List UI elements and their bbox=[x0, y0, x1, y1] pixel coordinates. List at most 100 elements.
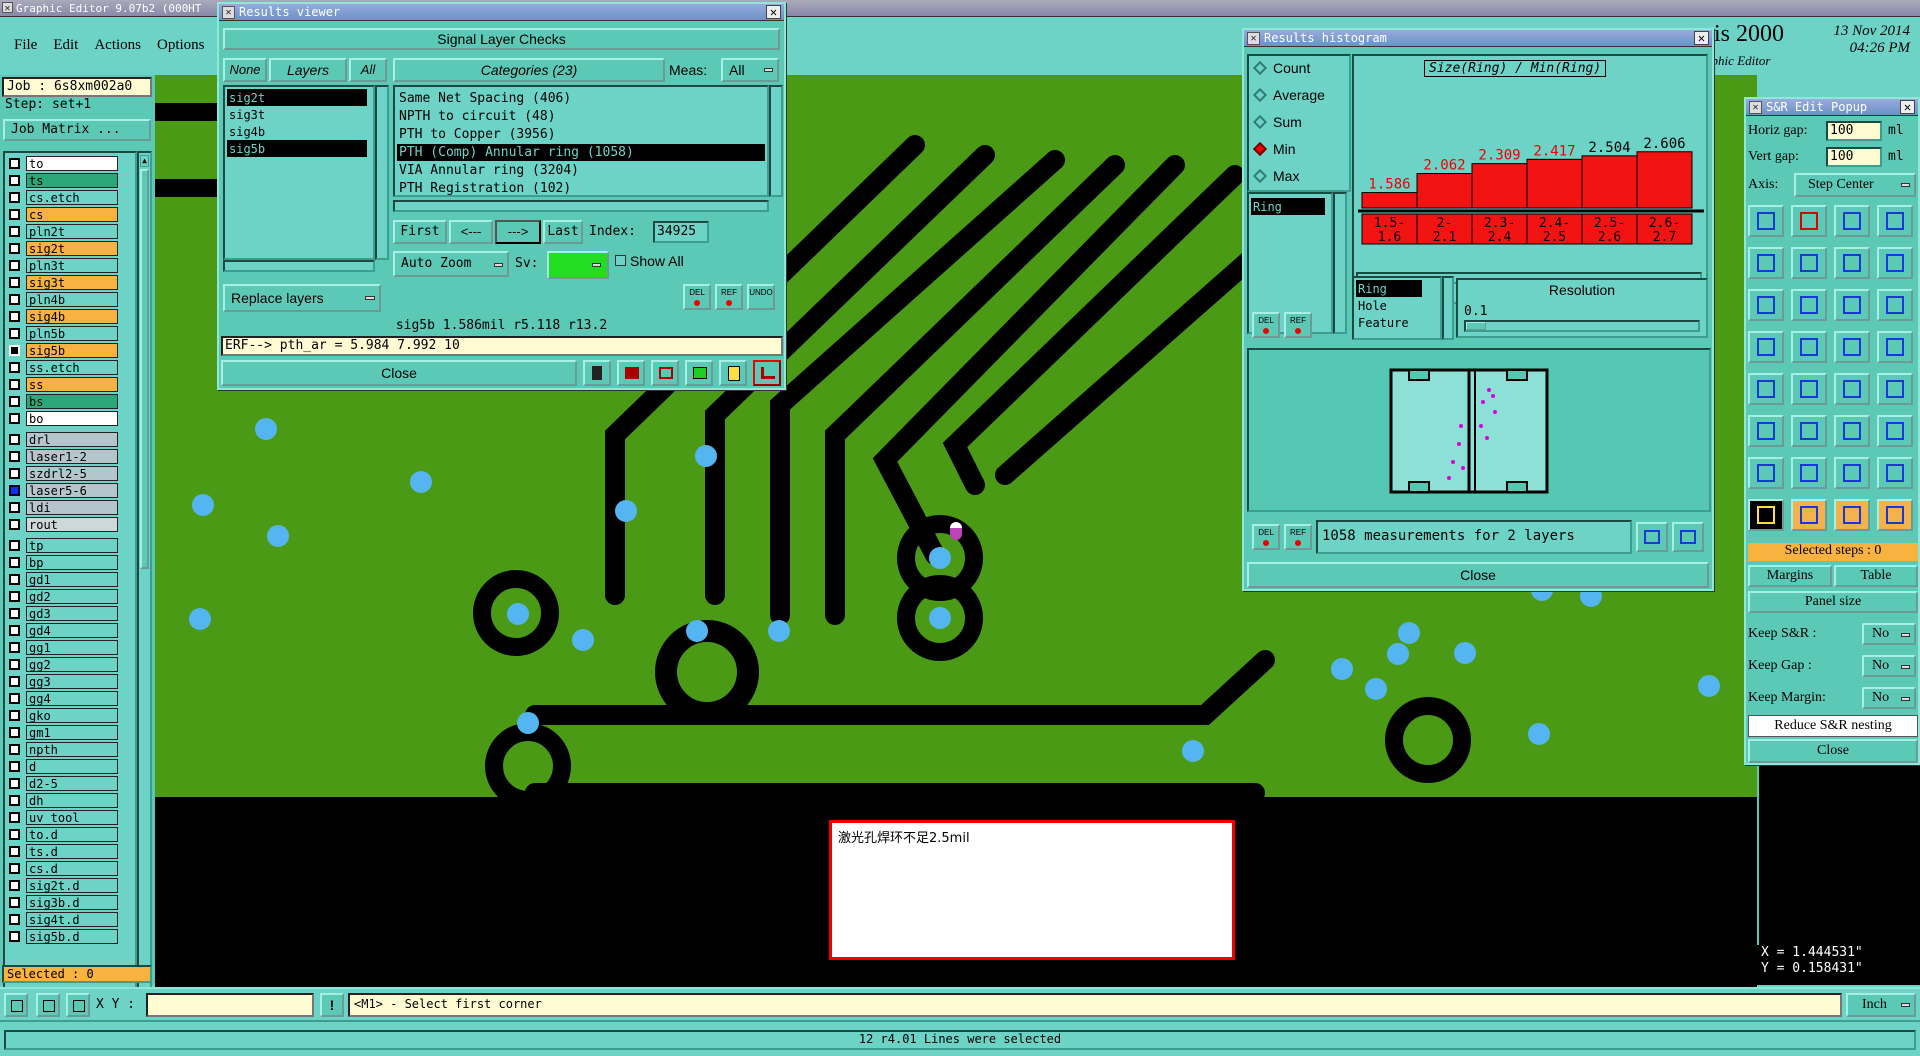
layer-row[interactable]: d2-5 bbox=[5, 775, 135, 792]
layer-checkbox[interactable] bbox=[9, 260, 20, 271]
layer-checkbox[interactable] bbox=[9, 226, 20, 237]
results-layer-item[interactable]: sig5b bbox=[227, 140, 367, 157]
layer-row[interactable]: gd4 bbox=[5, 622, 135, 639]
layer-name[interactable]: npth bbox=[26, 742, 118, 757]
layer-name[interactable]: sig2t.d bbox=[26, 878, 118, 893]
fit-icon[interactable] bbox=[583, 360, 611, 386]
layer-name[interactable]: d bbox=[26, 759, 118, 774]
layer-checkbox[interactable] bbox=[9, 362, 20, 373]
layer-name[interactable]: gko bbox=[26, 708, 118, 723]
layer-row[interactable]: ts bbox=[5, 172, 135, 189]
histogram-close-button[interactable]: Close bbox=[1247, 562, 1709, 588]
layer-checkbox[interactable] bbox=[9, 659, 20, 670]
category-item[interactable]: Same Net Spacing (406) bbox=[397, 90, 765, 107]
option-count[interactable]: Count bbox=[1252, 60, 1343, 87]
zoom-preview-icon[interactable] bbox=[1672, 522, 1704, 552]
layer-row[interactable]: gg3 bbox=[5, 673, 135, 690]
layer-row[interactable]: sig2t bbox=[5, 240, 135, 257]
layer-checkbox[interactable] bbox=[9, 396, 20, 407]
next-button[interactable]: ---> bbox=[495, 220, 541, 244]
layer-name[interactable]: gg4 bbox=[26, 691, 118, 706]
window-menu-icon[interactable]: ✕ bbox=[1247, 32, 1260, 45]
layer-row[interactable]: gd3 bbox=[5, 605, 135, 622]
layer-name[interactable]: bo bbox=[26, 411, 118, 426]
layer-row[interactable]: ss.etch bbox=[5, 359, 135, 376]
panel-size-button[interactable]: Panel size bbox=[1748, 591, 1918, 613]
layout-1-icon[interactable] bbox=[1748, 205, 1784, 237]
layer-row[interactable]: bo bbox=[5, 410, 135, 427]
layer-name[interactable]: ts.d bbox=[26, 844, 118, 859]
histogram-bar[interactable] bbox=[1471, 163, 1528, 209]
menu-file[interactable]: File bbox=[14, 37, 37, 54]
category-item[interactable]: PTH to Copper (3956) bbox=[397, 126, 765, 143]
layer-name[interactable]: sig5b.d bbox=[26, 929, 118, 944]
layer-checkbox[interactable] bbox=[9, 676, 20, 687]
menu-actions[interactable]: Actions bbox=[94, 37, 141, 54]
histogram-bar[interactable] bbox=[1361, 192, 1418, 209]
resolution-slider[interactable] bbox=[1464, 320, 1700, 332]
categories-list[interactable]: Same Net Spacing (406) NPTH to circuit (… bbox=[393, 85, 769, 197]
keep-gap-select[interactable]: No bbox=[1862, 655, 1916, 677]
layer-row[interactable]: bp bbox=[5, 554, 135, 571]
arrow-left-icon[interactable] bbox=[1748, 415, 1784, 447]
none-button[interactable]: None bbox=[223, 58, 267, 82]
layer-name[interactable]: gg1 bbox=[26, 640, 118, 655]
distribute-icon[interactable] bbox=[1748, 373, 1784, 405]
histogram-bar[interactable] bbox=[1581, 155, 1638, 209]
layer-checkbox[interactable] bbox=[9, 209, 20, 220]
layer-name[interactable]: sig4b bbox=[26, 309, 118, 324]
step-icon[interactable] bbox=[1834, 247, 1870, 279]
layer-row[interactable]: pln2t bbox=[5, 223, 135, 240]
layer-row[interactable]: laser1-2 bbox=[5, 448, 135, 465]
grid-icon[interactable] bbox=[66, 993, 90, 1017]
layer-checkbox[interactable] bbox=[9, 345, 20, 356]
layer-checkbox[interactable] bbox=[9, 519, 20, 530]
categories-hscroll[interactable] bbox=[393, 200, 769, 212]
category-item[interactable]: VIA Annular ring (3204) bbox=[397, 162, 765, 179]
layer-checkbox[interactable] bbox=[9, 846, 20, 857]
histogram-icon[interactable] bbox=[753, 360, 781, 386]
layer-name[interactable]: gd2 bbox=[26, 589, 118, 604]
category-item-selected[interactable]: PTH (Comp) Annular ring (1058) bbox=[397, 144, 765, 161]
layer-checkbox[interactable] bbox=[9, 502, 20, 513]
category-item[interactable]: PTH Registration (102) bbox=[397, 180, 765, 197]
layer-row[interactable]: d bbox=[5, 758, 135, 775]
layer-checkbox[interactable] bbox=[9, 540, 20, 551]
layer-name[interactable]: pln3t bbox=[26, 258, 118, 273]
layer-row[interactable]: sig5b bbox=[5, 342, 135, 359]
arrow-down-icon[interactable] bbox=[1877, 415, 1913, 447]
delete-step-icon[interactable] bbox=[1877, 247, 1913, 279]
center-h-icon[interactable] bbox=[1834, 457, 1870, 489]
layer-checkbox[interactable] bbox=[9, 897, 20, 908]
layer-name[interactable]: sig4t.d bbox=[26, 912, 118, 927]
layer-checkbox[interactable] bbox=[9, 574, 20, 585]
layer-row[interactable]: gg2 bbox=[5, 656, 135, 673]
table-button[interactable]: Table bbox=[1834, 565, 1918, 587]
delete-grid-icon[interactable] bbox=[651, 360, 679, 386]
type-item[interactable]: Hole bbox=[1356, 297, 1438, 314]
layout-3-icon[interactable] bbox=[1834, 205, 1870, 237]
layer-checkbox[interactable] bbox=[9, 158, 20, 169]
layer-name[interactable]: gd3 bbox=[26, 606, 118, 621]
layer-row[interactable]: rout bbox=[5, 516, 135, 533]
close-icon[interactable]: ✕ bbox=[1900, 100, 1915, 114]
align-v-icon[interactable] bbox=[1877, 331, 1913, 363]
layer-name[interactable]: sig5b bbox=[26, 343, 118, 358]
layer-row[interactable]: sig3t bbox=[5, 274, 135, 291]
help-icon[interactable] bbox=[1877, 499, 1913, 531]
layer-checkbox[interactable] bbox=[9, 451, 20, 462]
alert-icon[interactable]: ! bbox=[320, 993, 344, 1017]
layer-name[interactable]: ts bbox=[26, 173, 118, 188]
window-menu-icon[interactable]: ✕ bbox=[222, 6, 235, 19]
layer-checkbox[interactable] bbox=[9, 778, 20, 789]
rotate-icon[interactable] bbox=[1791, 247, 1827, 279]
distribute-h-icon[interactable] bbox=[1791, 373, 1827, 405]
layer-name[interactable]: cs bbox=[26, 207, 118, 222]
undo-button[interactable]: UNDO bbox=[747, 284, 775, 310]
layer-row[interactable]: pln5b bbox=[5, 325, 135, 342]
layer-checkbox[interactable] bbox=[9, 608, 20, 619]
close-icon[interactable]: ✕ bbox=[766, 5, 781, 19]
layer-checkbox[interactable] bbox=[9, 294, 20, 305]
option-max[interactable]: Max bbox=[1252, 168, 1343, 195]
meas-select[interactable]: All bbox=[721, 58, 779, 82]
